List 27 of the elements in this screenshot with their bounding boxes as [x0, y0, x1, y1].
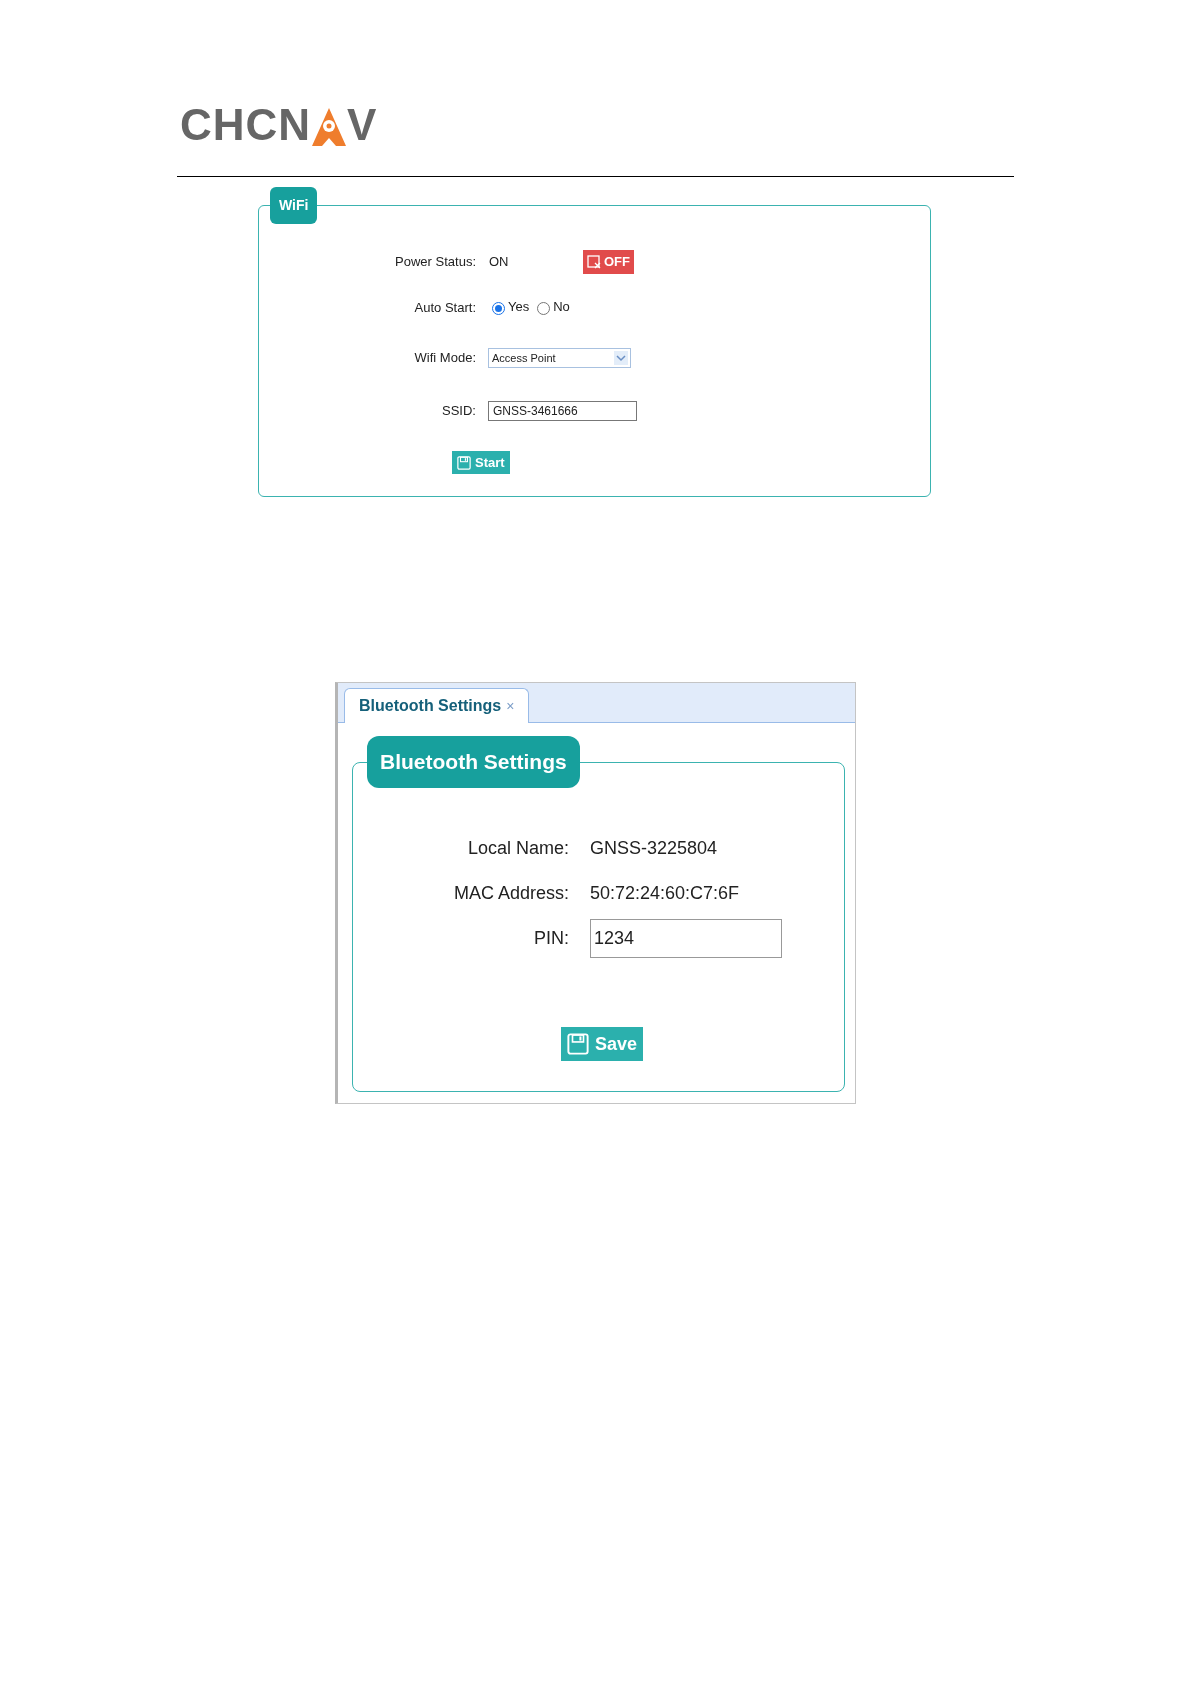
- logo-text: CHCN: [180, 104, 312, 146]
- radio-label: Yes: [508, 297, 530, 316]
- field-label: Power Status:: [394, 253, 476, 272]
- field-label: Wifi Mode:: [413, 349, 476, 368]
- panel-title: WiFi: [270, 187, 318, 224]
- logo-text: V: [347, 104, 377, 146]
- radio-label: No: [553, 297, 570, 316]
- field-label: Local Name:: [466, 836, 569, 860]
- pin-field[interactable]: 1234: [590, 919, 782, 958]
- field-label: MAC Address:: [452, 881, 569, 905]
- tab[interactable]: Bluetooth Settings ×: [344, 688, 530, 723]
- panel-title: Bluetooth Settings: [367, 736, 580, 788]
- tab-label: Bluetooth Settings: [359, 696, 502, 716]
- field-label: SSID:: [441, 402, 476, 421]
- off-button[interactable]: OFF: [583, 250, 634, 274]
- logo-pin-icon: [312, 108, 347, 146]
- chevron-down-icon: [614, 351, 628, 365]
- field-value: GNSS-3225804: [590, 836, 718, 860]
- radio-button[interactable]: [492, 301, 505, 315]
- ssid-field[interactable]: GNSS-3461666: [488, 401, 637, 421]
- field-label: PIN:: [533, 927, 569, 950]
- power-status-value: ON: [489, 253, 510, 272]
- radio-button[interactable]: [537, 301, 551, 315]
- wifi-mode-dropdown[interactable]: Access Point: [488, 348, 631, 368]
- field-value: 50:72:24:60:C7:6F: [590, 881, 740, 905]
- window-close-icon: [587, 255, 601, 269]
- field-label: Auto Start:: [413, 299, 476, 318]
